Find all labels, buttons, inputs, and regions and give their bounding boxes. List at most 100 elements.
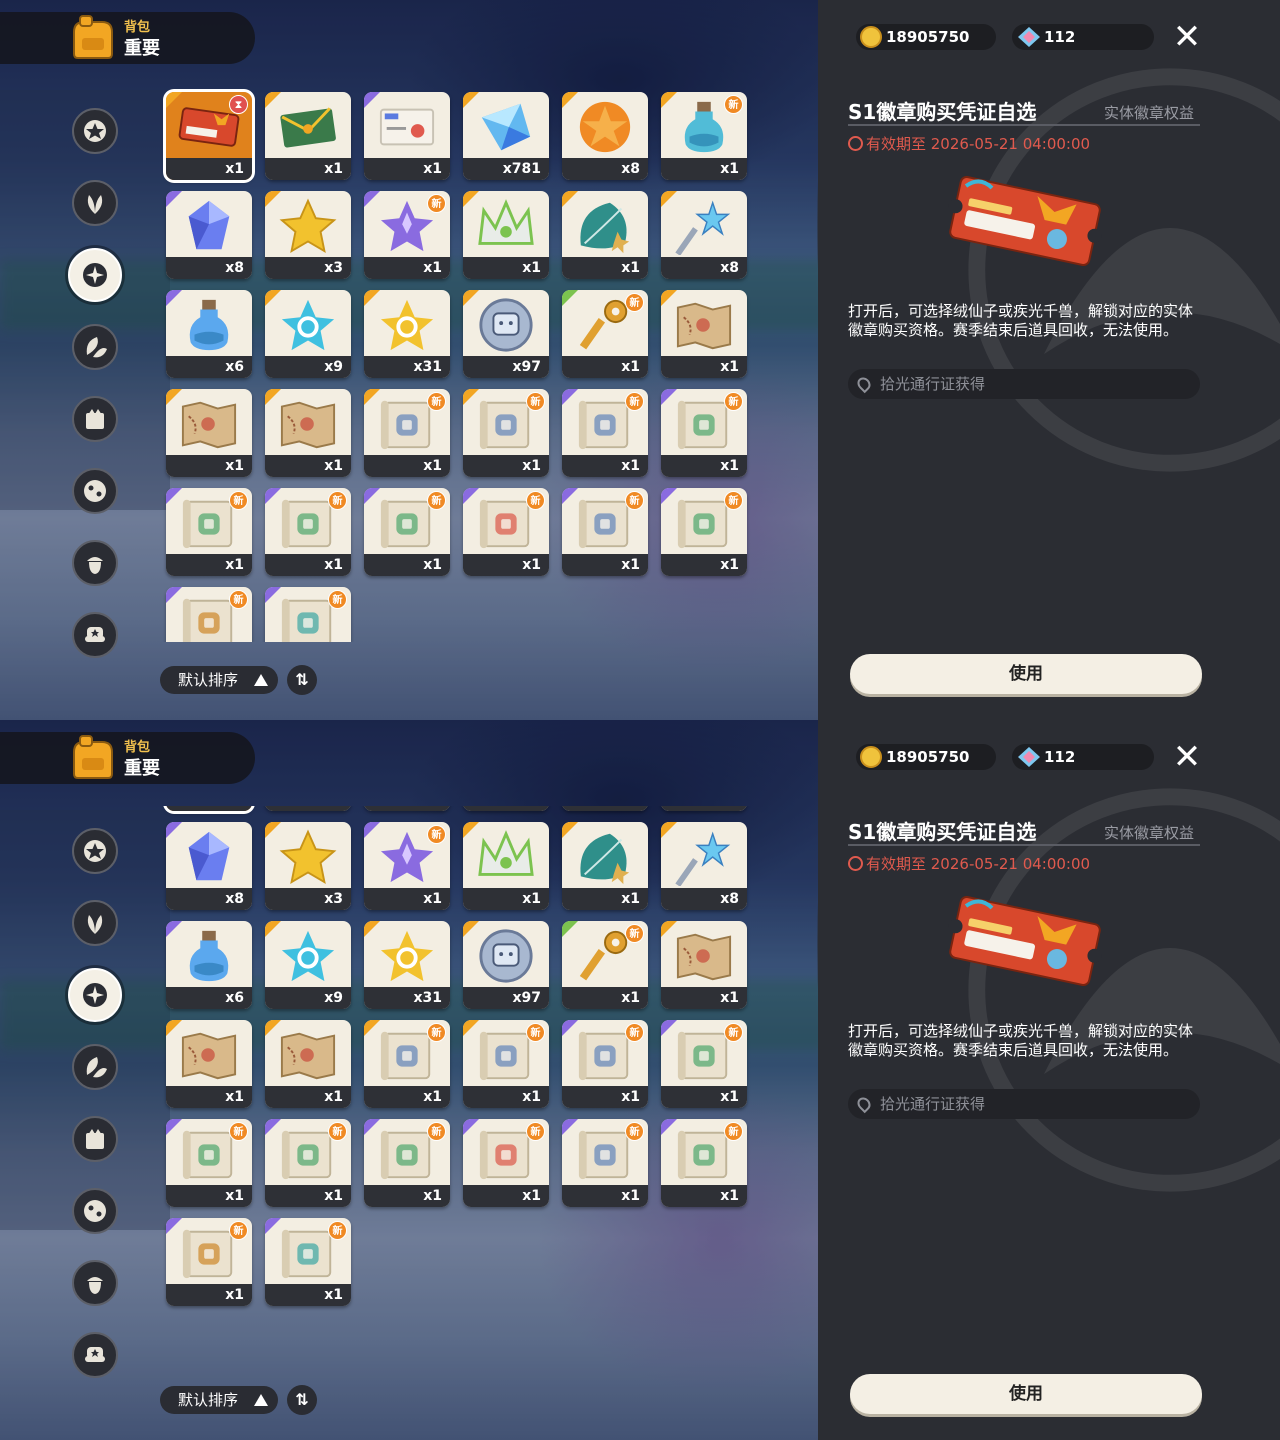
item-slot[interactable]: 新x1 <box>661 389 747 477</box>
item-slot[interactable]: ⧗x1 <box>166 806 252 811</box>
item-slot[interactable]: x9 <box>265 290 351 378</box>
sort-dropdown[interactable]: 默认排序 <box>160 1386 278 1414</box>
item-slot[interactable]: 新x1 <box>562 488 648 576</box>
nav-tab-7[interactable] <box>72 1260 118 1306</box>
use-button[interactable]: 使用 <box>850 1374 1202 1414</box>
item-slot[interactable]: x1 <box>265 92 351 180</box>
close-icon[interactable]: ✕ <box>1170 740 1204 774</box>
item-slot[interactable]: 新x1 <box>364 191 450 279</box>
item-slot[interactable]: 新x1 <box>463 389 549 477</box>
title-divider <box>848 844 1200 846</box>
use-button[interactable]: 使用 <box>850 654 1202 694</box>
nav-tab-2[interactable] <box>72 180 118 226</box>
item-slot[interactable]: 新x1 <box>562 921 648 1009</box>
item-slot[interactable]: x781 <box>463 92 549 180</box>
item-slot[interactable]: x1 <box>364 806 450 811</box>
item-slot[interactable]: x9 <box>265 921 351 1009</box>
nav-tab-3[interactable] <box>68 248 122 302</box>
item-slot[interactable]: x1 <box>562 822 648 910</box>
sort-order-toggle-icon[interactable]: ⇅ <box>287 665 317 695</box>
treasure-map-icon <box>676 933 732 981</box>
item-slot[interactable]: x1 <box>562 191 648 279</box>
nav-tab-7[interactable] <box>72 540 118 586</box>
item-slot[interactable]: 新x1 <box>562 290 648 378</box>
nav-tab-2[interactable] <box>72 900 118 946</box>
item-slot[interactable]: 新x1 <box>463 1020 549 1108</box>
item-slot[interactable]: x1 <box>463 191 549 279</box>
nav-tab-3[interactable] <box>68 968 122 1022</box>
item-slot[interactable]: 新x1 <box>562 389 648 477</box>
item-slot[interactable]: 新x1 <box>364 1020 450 1108</box>
nav-tab-8[interactable] <box>72 612 118 658</box>
item-slot[interactable]: 新x1 <box>562 1119 648 1207</box>
item-slot[interactable]: x1 <box>661 290 747 378</box>
nav-tab-4[interactable] <box>72 1044 118 1090</box>
item-slot[interactable]: 新x1 <box>265 488 351 576</box>
item-slot[interactable]: x1 <box>265 389 351 477</box>
item-slot[interactable]: 新x1 <box>166 587 252 642</box>
nav-tab-5[interactable] <box>72 396 118 442</box>
item-slot[interactable]: x6 <box>166 921 252 1009</box>
item-slot[interactable]: x8 <box>166 191 252 279</box>
nav-tab-1[interactable] <box>72 828 118 874</box>
item-slot[interactable]: 新x1 <box>463 1119 549 1207</box>
item-slot[interactable]: 新x1 <box>364 822 450 910</box>
item-slot[interactable]: 新x1 <box>265 1119 351 1207</box>
item-quantity: x1 <box>661 554 747 576</box>
sort-triangle-icon <box>254 674 268 686</box>
item-slot[interactable]: x8 <box>661 191 747 279</box>
item-slot[interactable]: x3 <box>265 191 351 279</box>
item-slot[interactable]: ⧗x1 <box>166 92 252 180</box>
item-slot[interactable]: x31 <box>364 921 450 1009</box>
item-slot[interactable]: x1 <box>166 1020 252 1108</box>
item-quantity: x1 <box>562 554 648 576</box>
item-slot[interactable]: 新x1 <box>562 1020 648 1108</box>
item-slot[interactable]: 新x1 <box>166 488 252 576</box>
item-slot[interactable]: x8 <box>166 822 252 910</box>
item-slot[interactable]: x1 <box>166 389 252 477</box>
item-slot[interactable]: 新x1 <box>166 1119 252 1207</box>
item-slot[interactable]: x1 <box>661 921 747 1009</box>
sort-dropdown[interactable]: 默认排序 <box>160 666 278 694</box>
item-quantity: x1 <box>364 158 450 180</box>
sort-order-toggle-icon[interactable]: ⇅ <box>287 1385 317 1415</box>
item-quantity: x9 <box>265 987 351 1009</box>
item-slot[interactable]: x31 <box>364 290 450 378</box>
new-badge: 新 <box>427 1023 446 1042</box>
item-slot[interactable]: x6 <box>166 290 252 378</box>
item-slot[interactable]: x8 <box>562 806 648 811</box>
item-slot[interactable]: 新x1 <box>661 1119 747 1207</box>
nav-tab-6[interactable] <box>72 468 118 514</box>
item-slot[interactable]: 新x1 <box>265 1218 351 1306</box>
close-icon[interactable]: ✕ <box>1170 20 1204 54</box>
item-slot[interactable]: x781 <box>463 806 549 811</box>
nav-tab-1[interactable] <box>72 108 118 154</box>
item-slot[interactable]: 新x1 <box>661 806 747 811</box>
item-slot[interactable]: 新x1 <box>364 488 450 576</box>
new-badge: 新 <box>526 1023 545 1042</box>
item-quantity: x1 <box>166 554 252 576</box>
nav-tab-5[interactable] <box>72 1116 118 1162</box>
item-slot[interactable]: x3 <box>265 822 351 910</box>
leaves-icon <box>86 337 107 358</box>
item-slot[interactable]: x8 <box>562 92 648 180</box>
item-slot[interactable]: 新x1 <box>463 488 549 576</box>
item-slot[interactable]: 新x1 <box>364 389 450 477</box>
item-slot[interactable]: 新x1 <box>661 488 747 576</box>
item-slot[interactable]: x1 <box>463 822 549 910</box>
item-quantity: x1 <box>562 455 648 477</box>
item-slot[interactable]: x1 <box>265 806 351 811</box>
item-slot[interactable]: 新x1 <box>364 1119 450 1207</box>
item-slot[interactable]: 新x1 <box>661 92 747 180</box>
nav-tab-8[interactable] <box>72 1332 118 1378</box>
item-slot[interactable]: x8 <box>661 822 747 910</box>
item-slot[interactable]: x1 <box>364 92 450 180</box>
item-slot[interactable]: 新x1 <box>166 1218 252 1306</box>
item-slot[interactable]: 新x1 <box>265 587 351 642</box>
item-slot[interactable]: 新x1 <box>661 1020 747 1108</box>
nav-tab-4[interactable] <box>72 324 118 370</box>
nav-tab-6[interactable] <box>72 1188 118 1234</box>
item-slot[interactable]: x97 <box>463 921 549 1009</box>
item-slot[interactable]: x97 <box>463 290 549 378</box>
item-slot[interactable]: x1 <box>265 1020 351 1108</box>
